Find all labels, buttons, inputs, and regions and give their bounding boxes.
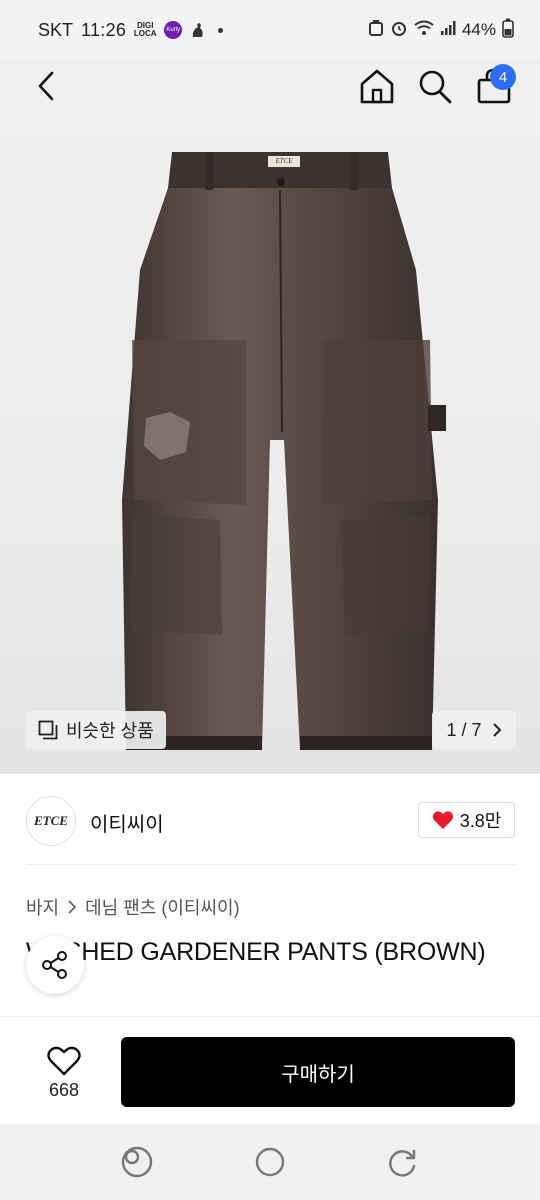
rotate-button[interactable] bbox=[383, 1142, 423, 1182]
share-button[interactable] bbox=[26, 936, 84, 994]
page-separator: / bbox=[461, 719, 467, 740]
search-icon bbox=[419, 70, 452, 104]
page-current: 1 bbox=[446, 719, 457, 740]
wishlist-button[interactable]: 668 bbox=[26, 1033, 102, 1113]
chevron-right-icon bbox=[492, 723, 501, 737]
similar-products-label: 비슷한 상품 bbox=[66, 721, 154, 741]
search-button[interactable] bbox=[416, 66, 454, 106]
home-nav-button[interactable] bbox=[250, 1142, 290, 1182]
breadcrumb-category[interactable]: 바지 bbox=[26, 894, 59, 920]
heart-outline-icon bbox=[47, 1046, 81, 1075]
pants-photo bbox=[122, 152, 446, 750]
bixby-recent-icon bbox=[121, 1146, 152, 1178]
home-icon bbox=[360, 69, 394, 104]
kurly-icon: Kurly bbox=[164, 21, 183, 39]
image-page-counter[interactable]: 1 / 7 bbox=[432, 711, 516, 749]
back-arrow-icon bbox=[38, 71, 54, 101]
clock: 11:26 bbox=[81, 19, 127, 40]
cart-count-badge: 4 bbox=[490, 64, 516, 90]
page-indicator: 1 / 7 bbox=[446, 720, 481, 741]
product-image-gallery[interactable]: ETCE bbox=[0, 60, 540, 774]
home-button[interactable] bbox=[358, 66, 396, 106]
alarm-icon bbox=[390, 19, 408, 42]
status-right: 44% bbox=[368, 18, 514, 43]
system-nav-bar bbox=[0, 1124, 540, 1200]
heart-filled-icon bbox=[432, 811, 453, 829]
back-button[interactable] bbox=[30, 68, 62, 104]
product-title: WASHED GARDENER PANTS (BROWN) bbox=[26, 938, 486, 966]
home-circle-icon bbox=[255, 1147, 285, 1177]
purchase-action-bar: 668 구매하기 bbox=[0, 1016, 540, 1124]
wishlist-count: 668 bbox=[48, 1079, 80, 1100]
battery-icon bbox=[502, 18, 514, 43]
recent-apps-button[interactable] bbox=[117, 1142, 157, 1182]
breadcrumb-subcategory[interactable]: 데님 팬츠 (이티씨이) bbox=[85, 894, 239, 920]
brand-like-count: 3.8만 bbox=[459, 811, 502, 831]
similar-products-button[interactable]: 비슷한 상품 bbox=[26, 711, 166, 749]
data-saver-icon bbox=[368, 19, 384, 42]
share-icon bbox=[42, 951, 67, 979]
wifi-icon bbox=[414, 20, 434, 41]
signal-icon bbox=[440, 20, 456, 41]
digi-loca-icon: DIGI LOCA bbox=[133, 21, 157, 38]
chevron-right-icon bbox=[68, 900, 77, 914]
carrier-label: SKT bbox=[38, 19, 74, 40]
status-bar: SKT 11:26 DIGI LOCA Kurly 44% bbox=[0, 0, 540, 60]
brand-like-button[interactable]: 3.8만 bbox=[418, 802, 515, 838]
battery-percent: 44% bbox=[461, 20, 496, 39]
divider bbox=[26, 864, 516, 865]
breadcrumb: 바지 데님 팬츠 (이티씨이) bbox=[26, 894, 240, 920]
pants-label-tag: ETCE bbox=[268, 156, 300, 167]
more-notifications-dot-icon bbox=[218, 27, 224, 33]
page-total: 7 bbox=[471, 719, 482, 740]
similar-items-icon bbox=[38, 720, 58, 740]
rotate-icon bbox=[389, 1150, 416, 1177]
top-nav bbox=[0, 60, 540, 112]
brand-logo[interactable]: ETCE bbox=[26, 796, 76, 846]
brand-row: ETCE 이티씨이 3.8만 bbox=[0, 776, 540, 864]
notification-icon bbox=[190, 21, 206, 39]
status-left: SKT 11:26 DIGI LOCA Kurly bbox=[38, 19, 224, 41]
brand-name[interactable]: 이티씨이 bbox=[90, 808, 164, 837]
buy-button[interactable]: 구매하기 bbox=[121, 1037, 515, 1107]
